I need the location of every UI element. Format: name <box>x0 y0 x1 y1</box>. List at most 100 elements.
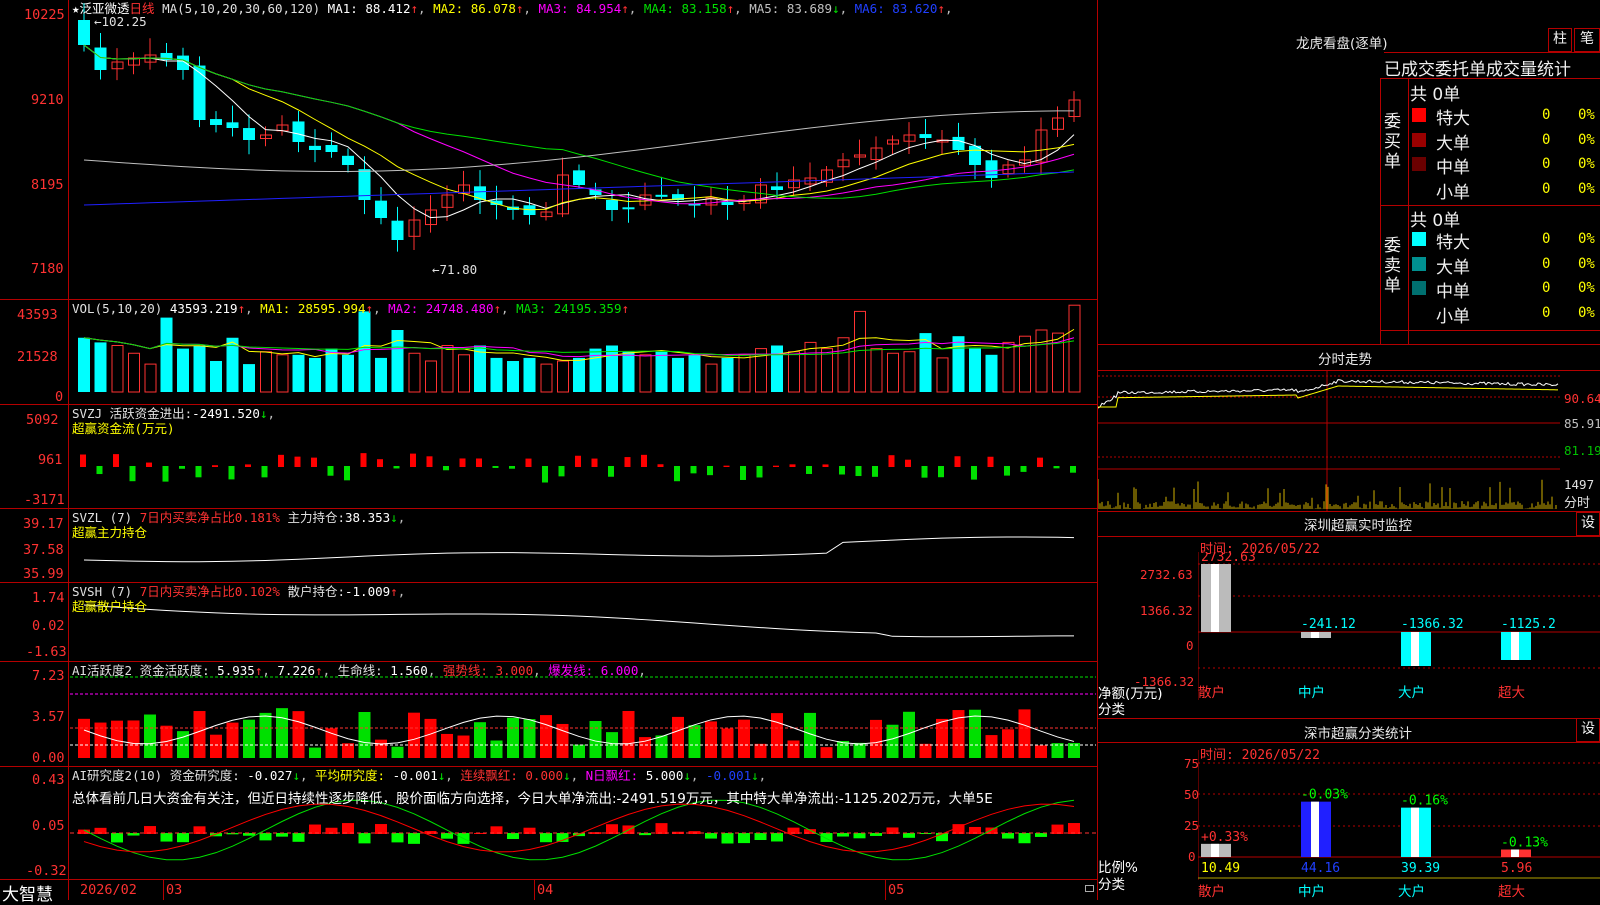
flow-bar <box>1037 457 1043 467</box>
monitor-chart: 2732.63 散户 -241.12 中户 -1366.32 大户 -1125.2 超大 <box>1198 552 1600 701</box>
activity-bar <box>919 743 932 758</box>
research-bar <box>771 833 783 842</box>
activity-bar <box>886 724 899 758</box>
row-count: 0 <box>1542 231 1551 247</box>
monitor-title: 深圳超赢实时监控 <box>1304 518 1412 534</box>
ai1-v2: 7.226 <box>277 663 316 678</box>
activity-bar <box>358 711 371 758</box>
monitor-settings-button[interactable]: 设 <box>1576 512 1600 536</box>
vol-label: VOL(5,10,20) <box>72 301 163 316</box>
sell-row-2[interactable]: 大单 0 0% <box>1410 253 1600 278</box>
ai2-v4: 5.000 <box>645 768 684 783</box>
price-axis-4: 7180 <box>31 261 64 277</box>
activity-bar <box>210 734 222 758</box>
monitor-category: 大户 <box>1398 684 1425 701</box>
main-chart-area[interactable]: ★泛亚微透日线 MA(5,10,20,30,60,120) MA1: 88.41… <box>0 0 1098 905</box>
classify-settings-button[interactable]: 设 <box>1576 718 1600 742</box>
row-count: 0 <box>1542 107 1551 123</box>
classify-value: 44.16 <box>1301 861 1340 876</box>
svzj-axis-3: -3171 <box>24 492 65 508</box>
ai2-v2: -0.001 <box>392 768 438 783</box>
kline-svg[interactable] <box>0 0 1098 900</box>
vol-bar-down <box>375 357 387 392</box>
flow-bar <box>987 456 994 467</box>
research-bar <box>655 823 668 834</box>
tick-mode-button[interactable]: 笔 <box>1574 28 1600 52</box>
ma-item-6: MA6: 83.620↑, <box>854 1 953 16</box>
row-percent: 0% <box>1578 156 1595 172</box>
classify-category: 大户 <box>1398 883 1425 900</box>
vol-ma-3: , MA3: 24195.359↑ <box>501 301 630 316</box>
ma-value: 83.158 <box>681 1 727 16</box>
activity-bar <box>408 712 420 758</box>
lock-icon[interactable] <box>1085 885 1094 892</box>
research-bar <box>1002 833 1014 839</box>
buy-row-4[interactable]: 小单 0 0% <box>1410 178 1600 203</box>
activity-bar <box>523 719 536 758</box>
vol-bar-down <box>243 364 255 392</box>
candle-down <box>375 200 387 218</box>
svzl-sub: 超赢主力持仓 <box>72 525 148 540</box>
ai2-a4: ↓ <box>683 768 691 783</box>
fenshi-chart[interactable] <box>1098 371 1560 511</box>
ai1-k3: 强势线: <box>442 663 488 678</box>
ma-key: MA6: <box>854 1 885 16</box>
classify-value: 10.49 <box>1201 861 1240 876</box>
bar-mode-button[interactable]: 柱 <box>1548 28 1572 52</box>
vol-bar-up <box>903 351 916 393</box>
classify-bar-3: -0.16% 39.39 大户 <box>1398 794 1448 900</box>
ai1-k4: 爆发线: <box>548 663 594 678</box>
vol-ma-key: MA2: <box>388 301 419 316</box>
research-bar <box>754 833 767 841</box>
research-bar <box>1035 833 1047 837</box>
research-bar <box>540 833 552 843</box>
svzl-arrow: ↓ <box>390 510 398 525</box>
row-count: 0 <box>1542 280 1551 296</box>
row-percent: 0% <box>1578 131 1595 148</box>
flow-bar <box>756 466 763 478</box>
buy-row-2[interactable]: 大单 0 0% <box>1410 129 1600 154</box>
ai2-key: 资金研究度: <box>169 768 240 783</box>
vol-bar-down <box>358 311 371 392</box>
sell-row-1[interactable]: 特大 0 0% <box>1410 228 1600 253</box>
buy-row-3[interactable]: 中单 0 0% <box>1410 153 1600 178</box>
activity-bar <box>375 739 387 758</box>
vol-bar-up <box>804 341 817 393</box>
vol-bar-up <box>1068 304 1081 393</box>
sell-row-3[interactable]: 中单 0 0% <box>1410 277 1600 302</box>
row-count: 0 <box>1542 255 1551 272</box>
dragon-title: 龙虎看盘(逐单) <box>1296 36 1388 52</box>
activity-bar <box>309 747 321 758</box>
vol-bar-up <box>128 352 140 393</box>
ma-arrow: ↑ <box>726 1 735 16</box>
flow-bar <box>129 466 136 482</box>
row-percent: 0% <box>1578 304 1595 321</box>
flow-bar <box>476 458 482 467</box>
ai1-label: AI活跃度2 <box>72 663 133 678</box>
activity-bar <box>78 718 90 758</box>
svsh-sub: 超赢散户持仓 <box>72 599 148 614</box>
svzj-axis-2: 961 <box>38 452 63 468</box>
flow-bar <box>723 465 730 467</box>
sell-row-4[interactable]: 小单 0 0% <box>1410 302 1600 327</box>
buy-row-1[interactable]: 特大 0 0% <box>1410 104 1600 129</box>
flow-bar <box>426 456 433 467</box>
candle-down <box>210 119 222 125</box>
svsh-axis-2: 0.02 <box>32 618 65 634</box>
row-name: 特大 <box>1436 109 1470 129</box>
fenshi-title: 分时走势 <box>1318 352 1372 368</box>
row-name: 大单 <box>1436 133 1470 154</box>
candle-down <box>309 145 321 150</box>
candle-down <box>226 122 239 128</box>
row-count: 0 <box>1542 156 1551 172</box>
flow-bar <box>674 466 680 482</box>
vol-bar-up <box>425 360 437 393</box>
vol-bar-down <box>78 337 90 392</box>
fenshi-y1: 90.64 <box>1564 391 1600 406</box>
ai2-a: ↓ <box>292 768 300 783</box>
flow-bar <box>245 464 251 467</box>
svzl-key: 主力持仓: <box>287 510 345 525</box>
research-avg-line <box>83 803 1075 853</box>
activity-bar <box>573 744 585 758</box>
vol-bar-down <box>655 351 668 392</box>
